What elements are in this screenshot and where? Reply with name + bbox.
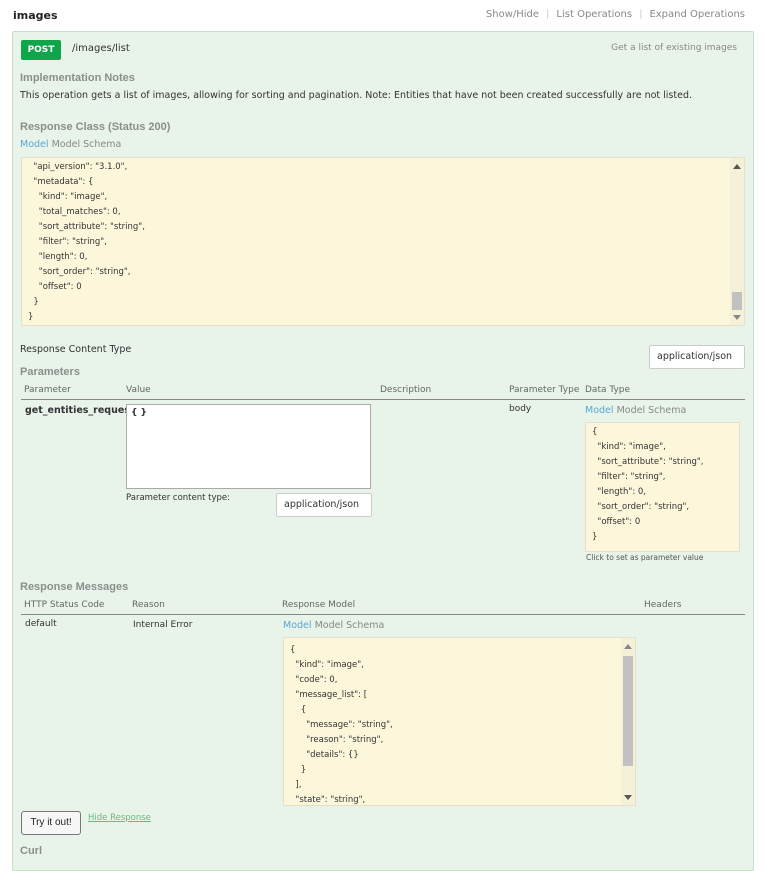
param-col-parameter-type: Parameter Type: [509, 385, 580, 395]
param-type: body: [509, 404, 532, 414]
link-separator: |: [639, 9, 643, 20]
resp-col-reason: Reason: [132, 600, 165, 610]
param-model-tabs: Model Model Schema: [585, 405, 686, 416]
operation-heading[interactable]: POST /images/list Get a list of existing…: [13, 32, 753, 64]
model-schema-tab[interactable]: Model Schema: [617, 405, 687, 416]
model-schema-tab[interactable]: Model Schema: [315, 620, 385, 631]
model-tab[interactable]: Model: [283, 620, 312, 631]
resp-model-json: { "kind": "image", "code": 0, "message_l…: [283, 637, 636, 806]
param-content-type-label: Parameter content type:: [126, 493, 231, 503]
param-schema-note: Click to set as parameter value: [586, 553, 704, 562]
scroll-down-arrow-icon[interactable]: [624, 795, 632, 800]
scroll-thumb[interactable]: [732, 292, 742, 310]
resp-reason: Internal Error: [133, 620, 193, 630]
resp-status-code: default: [25, 619, 57, 629]
response-class-title: Response Class (Status 200): [20, 121, 171, 133]
response-messages-title: Response Messages: [20, 581, 129, 593]
response-class-scrollbar[interactable]: [730, 158, 744, 325]
model-tab[interactable]: Model: [585, 405, 614, 416]
scroll-thumb[interactable]: [623, 656, 633, 766]
param-name: get_entities_request: [25, 405, 135, 416]
parameters-title: Parameters: [20, 366, 80, 378]
param-content-type-select[interactable]: application/json: [276, 493, 372, 517]
try-it-out-button[interactable]: Try it out!: [21, 811, 81, 835]
resp-col-response-model: Response Model: [282, 600, 356, 610]
param-value-textarea[interactable]: { }: [126, 404, 371, 489]
resource-title[interactable]: images: [13, 9, 58, 22]
param-col-value: Value: [126, 385, 151, 395]
param-schema-json-text: { "kind": "image", "sort_attribute": "st…: [592, 427, 704, 542]
scroll-down-arrow-icon[interactable]: [733, 315, 741, 320]
resp-table-divider: [21, 614, 745, 615]
param-col-description: Description: [380, 385, 432, 395]
param-table-divider: [21, 399, 745, 400]
model-tab[interactable]: Model: [20, 139, 49, 150]
expand-operations-link[interactable]: Expand Operations: [649, 9, 745, 20]
response-class-json: "api_version": "3.1.0", "metadata": { "k…: [21, 157, 745, 326]
resp-model-scrollbar[interactable]: [621, 638, 635, 805]
hide-response-link[interactable]: Hide Response: [88, 813, 151, 823]
implementation-notes-text: This operation gets a list of images, al…: [20, 90, 692, 101]
link-separator: |: [546, 9, 550, 20]
model-schema-tab[interactable]: Model Schema: [52, 139, 122, 150]
param-col-data-type: Data Type: [585, 385, 631, 395]
param-col-parameter: Parameter: [24, 385, 71, 395]
resp-model-json-text: { "kind": "image", "code": 0, "message_l…: [290, 645, 393, 805]
response-class-model-tabs: Model Model Schema: [20, 139, 121, 150]
response-class-json-text: "api_version": "3.1.0", "metadata": { "k…: [28, 162, 145, 322]
show-hide-link[interactable]: Show/Hide: [486, 9, 539, 20]
operation-path[interactable]: /images/list: [72, 43, 130, 54]
resp-col-headers: Headers: [644, 600, 682, 610]
param-schema-json[interactable]: { "kind": "image", "sort_attribute": "st…: [585, 422, 740, 552]
response-content-type-label: Response Content Type: [20, 344, 132, 355]
resp-col-status-code: HTTP Status Code: [24, 600, 105, 610]
operation-summary[interactable]: Get a list of existing images: [611, 43, 737, 53]
list-operations-link[interactable]: List Operations: [556, 9, 632, 20]
curl-title: Curl: [20, 845, 42, 857]
http-method-badge[interactable]: POST: [21, 40, 61, 60]
implementation-notes-title: Implementation Notes: [20, 72, 135, 84]
resource-links: Show/Hide | List Operations | Expand Operati…: [486, 9, 745, 20]
scroll-up-arrow-icon[interactable]: [733, 164, 741, 169]
response-content-type-select[interactable]: application/json: [649, 345, 745, 369]
scroll-up-arrow-icon[interactable]: [624, 644, 632, 649]
resp-model-tabs: Model Model Schema: [283, 620, 384, 631]
